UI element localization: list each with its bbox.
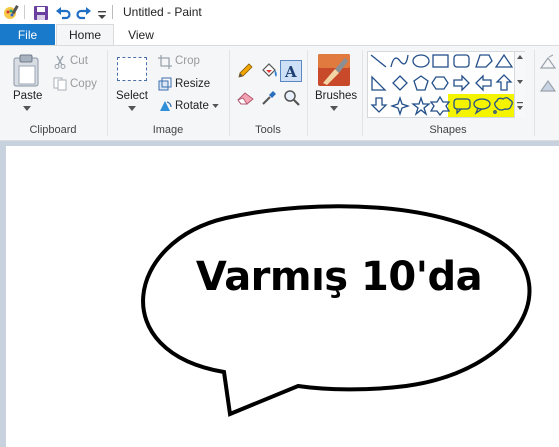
brushes-dropdown-icon[interactable] xyxy=(330,106,338,111)
redo-icon[interactable] xyxy=(76,4,92,22)
customize-quick-access-icon[interactable] xyxy=(97,6,107,24)
shapes-palette xyxy=(370,53,514,117)
oval-shape-icon xyxy=(412,54,430,68)
oval-callout-shape-icon xyxy=(473,98,491,115)
right-arrow-shape-icon xyxy=(453,74,470,92)
crop-button[interactable]: Crop xyxy=(175,55,200,67)
tools-group-label: Tools xyxy=(255,124,281,136)
ribbon-tabs: File Home View xyxy=(0,24,559,47)
down-arrow-shape-icon xyxy=(370,97,388,113)
scissors-icon xyxy=(54,55,66,69)
rotate-button[interactable]: Rotate xyxy=(175,100,209,112)
copy-button[interactable]: Copy xyxy=(70,78,97,90)
gallery-scroll-arrows-icon xyxy=(517,55,523,110)
clipboard-group-label: Clipboard xyxy=(29,124,77,136)
magnifier-icon[interactable] xyxy=(283,89,301,107)
drawing-canvas[interactable]: Varmış 10'da xyxy=(6,146,559,447)
pentagon-shape-icon xyxy=(413,75,429,91)
paint-app-icon[interactable] xyxy=(2,3,20,21)
title-bar: Untitled - Paint xyxy=(0,0,559,24)
rotate-icon xyxy=(160,101,172,111)
fill-bucket-icon[interactable] xyxy=(259,61,279,81)
paste-dropdown-icon[interactable] xyxy=(23,106,31,111)
tab-home[interactable]: Home xyxy=(56,24,114,47)
shapes-gallery-scroll[interactable] xyxy=(514,52,525,118)
line-shape-icon xyxy=(370,54,387,68)
rounded-callout-shape-icon xyxy=(453,98,471,115)
paste-icon[interactable] xyxy=(12,54,42,88)
polygon-shape-icon xyxy=(475,54,493,68)
left-arrow-shape-icon xyxy=(475,74,492,92)
eraser-icon[interactable] xyxy=(236,90,256,106)
select-dropdown-icon[interactable] xyxy=(128,106,136,111)
ribbon: Paste Cut Copy Clipboard Select Crop Res… xyxy=(0,45,559,141)
resize-button[interactable]: Resize xyxy=(175,78,210,90)
group-divider xyxy=(534,50,535,136)
paste-button[interactable]: Paste xyxy=(13,90,42,102)
outline-icon[interactable] xyxy=(539,54,557,70)
resize-icon xyxy=(158,77,172,91)
window-title: Untitled - Paint xyxy=(123,5,202,19)
six-point-star-shape-icon xyxy=(429,95,451,117)
five-point-star-shape-icon xyxy=(411,95,431,116)
tab-view[interactable]: View xyxy=(115,24,167,46)
rounded-rectangle-shape-icon xyxy=(453,54,470,68)
crop-icon xyxy=(158,55,172,69)
rotate-dropdown-icon[interactable] xyxy=(212,104,219,108)
text-tool-button[interactable]: A xyxy=(280,60,302,82)
workspace: Varmış 10'da xyxy=(0,141,559,447)
brushes-icon[interactable] xyxy=(317,53,351,87)
triangle-shape-icon xyxy=(494,53,514,68)
tab-file[interactable]: File xyxy=(0,24,55,46)
four-point-star-shape-icon xyxy=(389,95,411,117)
group-divider xyxy=(307,50,308,136)
diamond-shape-icon xyxy=(392,75,408,91)
title-separator xyxy=(112,5,113,19)
color-picker-icon[interactable] xyxy=(260,89,278,107)
cloud-callout-shape-icon xyxy=(493,97,513,114)
quick-access-divider xyxy=(24,5,25,19)
shapes-group-label: Shapes xyxy=(429,124,467,136)
hexagon-shape-icon xyxy=(431,76,449,90)
svg-text:A: A xyxy=(284,63,297,81)
fill-icon[interactable] xyxy=(539,77,557,93)
brushes-button[interactable]: Brushes xyxy=(315,90,357,102)
up-arrow-shape-icon xyxy=(495,74,513,91)
curve-shape-icon xyxy=(390,54,409,68)
copy-icon xyxy=(53,77,67,91)
rectangle-shape-icon xyxy=(432,54,449,68)
bubble-text: Varmış 10'da xyxy=(195,254,483,300)
text-a-icon: A xyxy=(284,63,297,81)
pencil-icon[interactable] xyxy=(236,62,254,80)
save-icon[interactable] xyxy=(33,4,49,22)
right-triangle-shape-icon xyxy=(371,75,387,91)
cut-button[interactable]: Cut xyxy=(70,55,88,67)
undo-icon[interactable] xyxy=(55,4,71,22)
select-rectangle-icon[interactable] xyxy=(117,57,147,81)
select-button[interactable]: Select xyxy=(116,90,148,102)
image-group-label: Image xyxy=(152,124,184,136)
